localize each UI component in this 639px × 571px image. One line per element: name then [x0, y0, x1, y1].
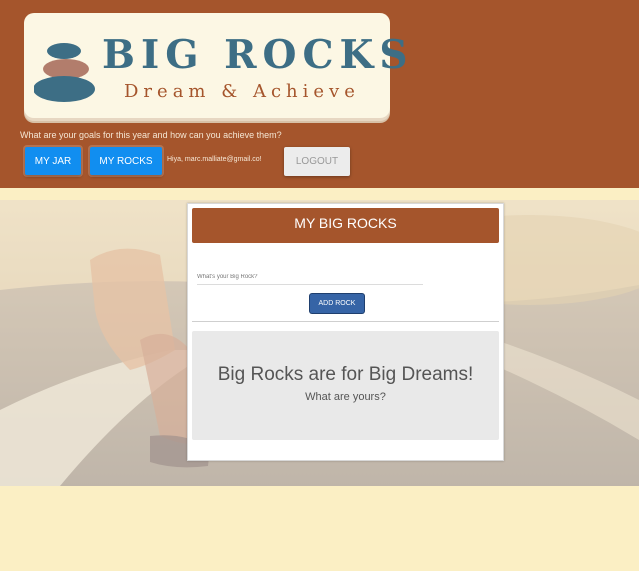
empty-state-subtitle: What are yours? [305, 391, 386, 403]
add-rock-button[interactable]: ADD ROCK [310, 294, 364, 313]
panel-title: MY BIG ROCKS [294, 215, 397, 231]
logo-title: BIG ROCKS [102, 32, 414, 78]
my-rocks-button[interactable]: MY ROCKS [90, 147, 162, 175]
logo-tagline: Dream & Achieve [124, 81, 360, 102]
big-rock-input[interactable] [197, 270, 423, 285]
site-header: BIG ROCKS Dream & Achieve What are your … [0, 0, 639, 188]
empty-state: Big Rocks are for Big Dreams! What are y… [192, 331, 499, 440]
goals-question: What are your goals for this year and ho… [20, 130, 282, 140]
panel-header: MY BIG ROCKS [192, 208, 499, 243]
logout-button[interactable]: LOGOUT [284, 147, 350, 176]
stacked-stones-icon [34, 43, 95, 102]
big-rocks-panel: MY BIG ROCKS ADD ROCK Big Rocks are for … [187, 203, 504, 461]
divider [192, 321, 499, 322]
logo[interactable]: BIG ROCKS Dream & Achieve [24, 13, 408, 118]
my-jar-button[interactable]: MY JAR [25, 147, 81, 175]
user-greeting: Hiya, marc.malliate@gmail.co! [167, 156, 262, 163]
empty-state-title: Big Rocks are for Big Dreams! [217, 364, 474, 385]
